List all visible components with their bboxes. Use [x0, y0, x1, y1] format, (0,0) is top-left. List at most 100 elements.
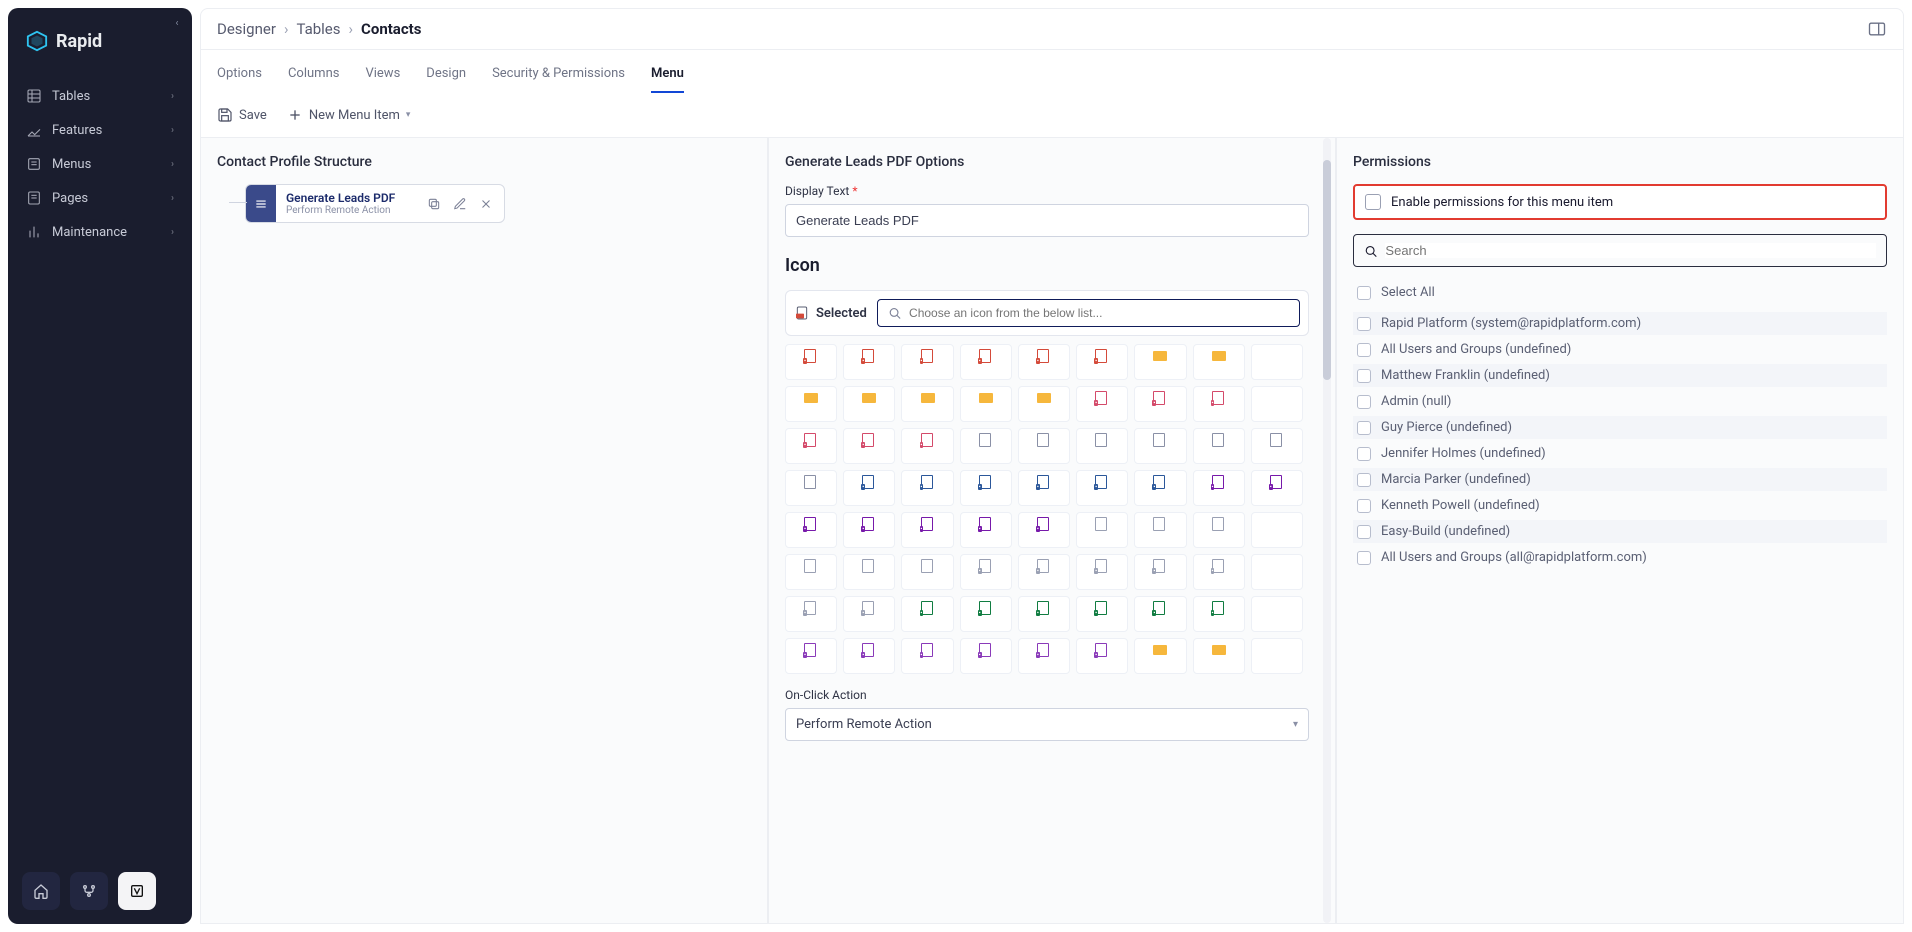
icon-option[interactable]: [1251, 386, 1303, 422]
permission-checkbox[interactable]: [1357, 473, 1371, 487]
options-scroll[interactable]: Display Text * Icon Selected ▪▪▪▪▪▪▪: [785, 184, 1319, 907]
breadcrumb-tables[interactable]: Tables: [296, 20, 340, 38]
icon-option[interactable]: [1134, 428, 1186, 464]
icon-option[interactable]: [1018, 428, 1070, 464]
icon-option[interactable]: ▪: [1134, 596, 1186, 632]
icon-search[interactable]: [877, 299, 1300, 327]
permission-row[interactable]: Easy-Build (undefined): [1353, 520, 1887, 543]
icon-option[interactable]: ▪: [1018, 638, 1070, 674]
sidebar-item-maintenance[interactable]: Maintenance›: [14, 216, 186, 248]
icon-option[interactable]: ▪: [960, 344, 1012, 380]
new-menu-item-button[interactable]: New Menu Item ▾: [287, 107, 411, 123]
icon-option[interactable]: ▪: [843, 470, 895, 506]
tab-security-permissions[interactable]: Security & Permissions: [492, 60, 625, 93]
icon-option[interactable]: ▪: [960, 470, 1012, 506]
duplicate-icon[interactable]: [422, 192, 446, 216]
permission-checkbox[interactable]: [1357, 369, 1371, 383]
permission-checkbox[interactable]: [1357, 447, 1371, 461]
tab-menu[interactable]: Menu: [651, 60, 684, 93]
permission-row[interactable]: Jennifer Holmes (undefined): [1353, 442, 1887, 465]
icon-option[interactable]: ▪: [843, 344, 895, 380]
tab-views[interactable]: Views: [365, 60, 400, 93]
icon-option[interactable]: ▪: [1018, 512, 1070, 548]
icon-option[interactable]: ▪: [785, 428, 837, 464]
icon-option[interactable]: ▪: [1193, 554, 1245, 590]
icon-option[interactable]: ▪: [1076, 638, 1128, 674]
scrollbar-thumb[interactable]: [1323, 160, 1331, 380]
panel-layout-icon[interactable]: [1867, 19, 1887, 39]
icon-option[interactable]: ▪: [843, 512, 895, 548]
permission-checkbox[interactable]: [1357, 343, 1371, 357]
sidebar-item-features[interactable]: Features›: [14, 114, 186, 146]
home-button[interactable]: [22, 872, 60, 910]
icon-option[interactable]: ▪: [1018, 344, 1070, 380]
icon-option[interactable]: ▪: [901, 596, 953, 632]
permission-row[interactable]: Guy Pierce (undefined): [1353, 416, 1887, 439]
icon-option[interactable]: [960, 428, 1012, 464]
icon-option[interactable]: ▪: [901, 470, 953, 506]
save-button[interactable]: Save: [217, 107, 267, 123]
icon-option[interactable]: ▪: [1076, 386, 1128, 422]
branch-button[interactable]: [70, 872, 108, 910]
breadcrumb-designer[interactable]: Designer: [217, 20, 276, 38]
permission-checkbox[interactable]: [1357, 525, 1371, 539]
icon-option[interactable]: ▪: [1018, 554, 1070, 590]
icon-option[interactable]: ▪: [901, 344, 953, 380]
edit-icon[interactable]: [448, 192, 472, 216]
icon-option[interactable]: ▪: [1193, 386, 1245, 422]
icon-option[interactable]: ▪: [785, 344, 837, 380]
menu-structure-item[interactable]: Generate Leads PDF Perform Remote Action: [245, 184, 505, 223]
icon-option[interactable]: ▪: [901, 428, 953, 464]
icon-option[interactable]: [901, 386, 953, 422]
icon-option[interactable]: ▪: [1018, 470, 1070, 506]
sidebar-item-menus[interactable]: Menus›: [14, 148, 186, 180]
icon-option[interactable]: [1018, 386, 1070, 422]
icon-option[interactable]: [1251, 554, 1303, 590]
icon-option[interactable]: ▪: [960, 554, 1012, 590]
icon-option[interactable]: [1193, 428, 1245, 464]
icon-option[interactable]: [901, 554, 953, 590]
permission-row[interactable]: Matthew Franklin (undefined): [1353, 364, 1887, 387]
icon-option[interactable]: ▪: [785, 512, 837, 548]
icon-option[interactable]: ▪: [785, 596, 837, 632]
icon-option[interactable]: ▪: [1076, 554, 1128, 590]
icon-option[interactable]: [1193, 638, 1245, 674]
enable-permissions-checkbox[interactable]: [1365, 194, 1381, 210]
permissions-search[interactable]: [1353, 234, 1887, 267]
designer-mode-button[interactable]: [118, 872, 156, 910]
icon-option[interactable]: ▪: [843, 428, 895, 464]
icon-option[interactable]: [843, 554, 895, 590]
enable-permissions-box[interactable]: Enable permissions for this menu item: [1353, 184, 1887, 220]
select-all-row[interactable]: Select All: [1353, 281, 1887, 304]
permission-row[interactable]: Kenneth Powell (undefined): [1353, 494, 1887, 517]
icon-option[interactable]: [1076, 512, 1128, 548]
icon-option[interactable]: [1134, 638, 1186, 674]
icon-option[interactable]: [1193, 512, 1245, 548]
icon-option[interactable]: ▪: [1076, 596, 1128, 632]
icon-option[interactable]: [1251, 512, 1303, 548]
icon-option[interactable]: [785, 554, 837, 590]
sidebar-item-tables[interactable]: Tables›: [14, 80, 186, 112]
icon-option[interactable]: [843, 386, 895, 422]
tab-options[interactable]: Options: [217, 60, 262, 93]
icon-option[interactable]: ▪: [1134, 554, 1186, 590]
tab-columns[interactable]: Columns: [288, 60, 340, 93]
icon-option[interactable]: [785, 386, 837, 422]
tab-design[interactable]: Design: [426, 60, 466, 93]
on-click-action-select[interactable]: Perform Remote Action ▾: [785, 708, 1309, 741]
delete-icon[interactable]: [474, 192, 498, 216]
permission-checkbox[interactable]: [1357, 551, 1371, 565]
icon-option[interactable]: [1251, 596, 1303, 632]
icon-option[interactable]: [785, 470, 837, 506]
permission-row[interactable]: Marcia Parker (undefined): [1353, 468, 1887, 491]
permission-row[interactable]: All Users and Groups (all@rapidplatform.…: [1353, 546, 1887, 569]
icon-option[interactable]: [1251, 638, 1303, 674]
permission-checkbox[interactable]: [1357, 317, 1371, 331]
icon-option[interactable]: ▪: [901, 512, 953, 548]
display-text-input[interactable]: [785, 204, 1309, 237]
icon-option[interactable]: ▪: [1134, 386, 1186, 422]
icon-search-input[interactable]: [909, 306, 1289, 320]
icon-option[interactable]: [1134, 344, 1186, 380]
permission-row[interactable]: Admin (null): [1353, 390, 1887, 413]
icon-option[interactable]: ▪: [1193, 470, 1245, 506]
